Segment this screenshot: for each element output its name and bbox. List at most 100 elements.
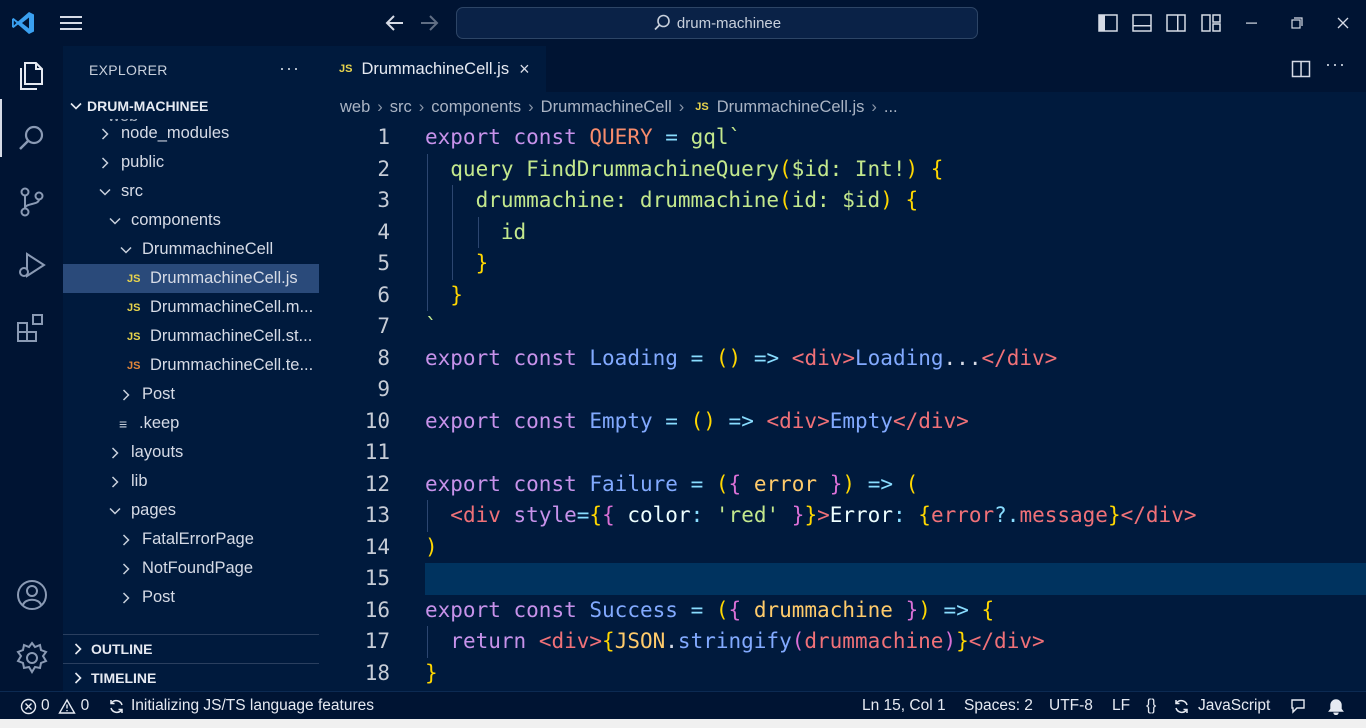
code-line[interactable]: 11 [319,437,1366,469]
code-text: } [450,282,463,307]
code-line[interactable]: 15 [319,563,1366,595]
notifications-bell-icon[interactable] [1327,697,1345,715]
toggle-panel-icon[interactable] [1131,12,1153,34]
split-editor-icon[interactable] [1291,59,1311,79]
tree-item[interactable]: components [63,206,319,235]
breadcrumb-more[interactable]: ... [884,98,898,117]
extensions-icon[interactable] [14,310,50,346]
code-editor[interactable]: 1 export const QUERY = gql` 2 query FindDr… [319,122,1366,691]
code-line[interactable]: 10 export const Empty = () => <div>Empty<… [319,406,1366,438]
code-line[interactable]: 4 id [319,217,1366,249]
code-line[interactable]: 1 export const QUERY = gql` [319,122,1366,154]
language-mode-status[interactable]: JavaScript [1173,692,1270,720]
breadcrumb-file[interactable]: DrummachineCell.js [717,98,865,117]
breadcrumb-segment[interactable]: DrummachineCell [541,98,672,117]
encoding-status[interactable]: UTF-8 [1049,692,1093,720]
tree-item[interactable]: lib [63,467,319,496]
search-icon[interactable] [14,121,50,157]
breadcrumb-segment[interactable]: web [340,98,370,117]
code-line[interactable]: 18} [319,658,1366,690]
tree-item[interactable]: JS DrummachineCell.m... [63,293,319,322]
customize-layout-icon[interactable] [1200,12,1222,34]
tree-item[interactable]: FatalErrorPage [63,525,319,554]
code-line[interactable]: 2 query FindDrummachineQuery($id: Int!) … [319,154,1366,186]
code-line[interactable]: 3 drummachine: drummachine(id: $id) { [319,185,1366,217]
language-status-message[interactable]: Initializing JS/TS language features [108,692,374,720]
taskbar-edge [0,719,1366,728]
line-number: 9 [377,377,390,401]
tree-item[interactable]: NotFoundPage [63,554,319,583]
tree-item[interactable]: ≡ .keep [63,409,319,438]
accounts-icon[interactable] [14,577,50,613]
minimize-icon[interactable] [1241,12,1263,34]
indentation-status[interactable]: Spaces: 2 [964,692,1033,720]
tree-item[interactable]: public [63,148,319,177]
breadcrumb-segment[interactable]: src [390,98,412,117]
chevron-right-icon [111,475,119,488]
cursor-position[interactable]: Ln 15, Col 1 [862,692,946,720]
tree-item[interactable]: DrummachineCell [63,235,319,264]
code-line[interactable]: 17 return <div>{JSON.stringify(drummachi… [319,626,1366,658]
feedback-icon[interactable] [1288,697,1308,715]
explorer-files-icon[interactable] [14,58,50,94]
code-line[interactable]: 6 } [319,280,1366,312]
tree-item[interactable]: layouts [63,438,319,467]
tree-item[interactable]: JS DrummachineCell.js [63,264,319,293]
line-number: 4 [377,219,390,244]
source-control-icon[interactable] [14,184,50,220]
outline-section[interactable]: OUTLINE [63,634,319,663]
editor-tab-bar: JS DrummachineCell.js × ··· [319,46,1366,92]
tree-item[interactable]: Post [63,380,319,409]
code-line[interactable]: 16 export const Success = ({ drummachine … [319,595,1366,627]
toggle-secondary-sidebar-icon[interactable] [1165,12,1187,34]
line-number: 5 [377,251,390,275]
language-brackets-icon[interactable]: {} [1146,692,1156,720]
line-number: 15 [364,566,390,590]
settings-gear-icon[interactable] [14,640,50,676]
javascript-file-icon: JS [127,301,141,314]
tree-item[interactable]: Post [63,583,319,612]
workspace-root-folder[interactable]: DRUM-MACHINEE [63,93,319,119]
tree-item[interactable]: JS DrummachineCell.te... [63,351,319,380]
tree-item[interactable]: pages [63,496,319,525]
editor-more-actions-icon[interactable]: ··· [1325,54,1346,75]
restore-icon[interactable] [1286,12,1308,34]
code-text: ` [425,314,438,338]
run-debug-icon[interactable] [14,247,50,283]
toggle-primary-sidebar-icon[interactable] [1097,12,1119,34]
tree-item-label: public [121,153,165,171]
tab-drummachinecell-js[interactable]: JS DrummachineCell.js × [319,46,546,92]
eol-status[interactable]: LF [1112,692,1130,720]
code-line[interactable]: 13 <div style={{ color: 'red' }}>Error: … [319,500,1366,532]
code-line[interactable]: 12 export const Failure = ({ error }) => … [319,469,1366,501]
code-line[interactable]: 8 export const Loading = () => <div>Loadi… [319,343,1366,375]
code-text: <div style={{ color: 'red' }}>Error: {er… [450,503,1197,527]
code-line[interactable]: 14) [319,532,1366,564]
breadcrumb-segment[interactable]: components [431,98,521,117]
status-bar: 0 0 Initializing JS/TS language features… [0,691,1366,719]
close-icon[interactable] [1332,12,1354,34]
problems-status[interactable]: 0 0 [20,692,89,720]
tree-item[interactable]: node_modules [63,119,319,148]
explorer-more-icon[interactable]: ··· [279,58,300,79]
line-number: 16 [364,597,390,622]
line-number: 17 [364,629,390,653]
timeline-section[interactable]: TIMELINE [63,663,319,691]
breadcrumb-separator: › [871,97,877,116]
code-line[interactable]: 5 } [319,248,1366,280]
arrow-left-icon[interactable] [383,12,407,34]
code-line[interactable]: 9 [319,374,1366,406]
activity-bar [0,46,63,691]
file-tree: web node_modulespublicsrccomponentsDrumm… [63,119,319,634]
code-line[interactable]: 7 ` [319,311,1366,343]
menu-icon[interactable] [58,12,84,34]
tab-close-icon[interactable]: × [519,59,530,80]
explorer-title: EXPLORER [89,62,168,78]
tree-item[interactable]: src [63,177,319,206]
chevron-right-icon [74,643,82,655]
command-center-search[interactable]: drum-machinee [456,7,978,39]
tree-item[interactable]: JS DrummachineCell.st... [63,322,319,351]
arrow-right-icon[interactable] [417,12,441,34]
indent-guide [427,626,428,658]
chevron-down-icon [120,246,132,254]
